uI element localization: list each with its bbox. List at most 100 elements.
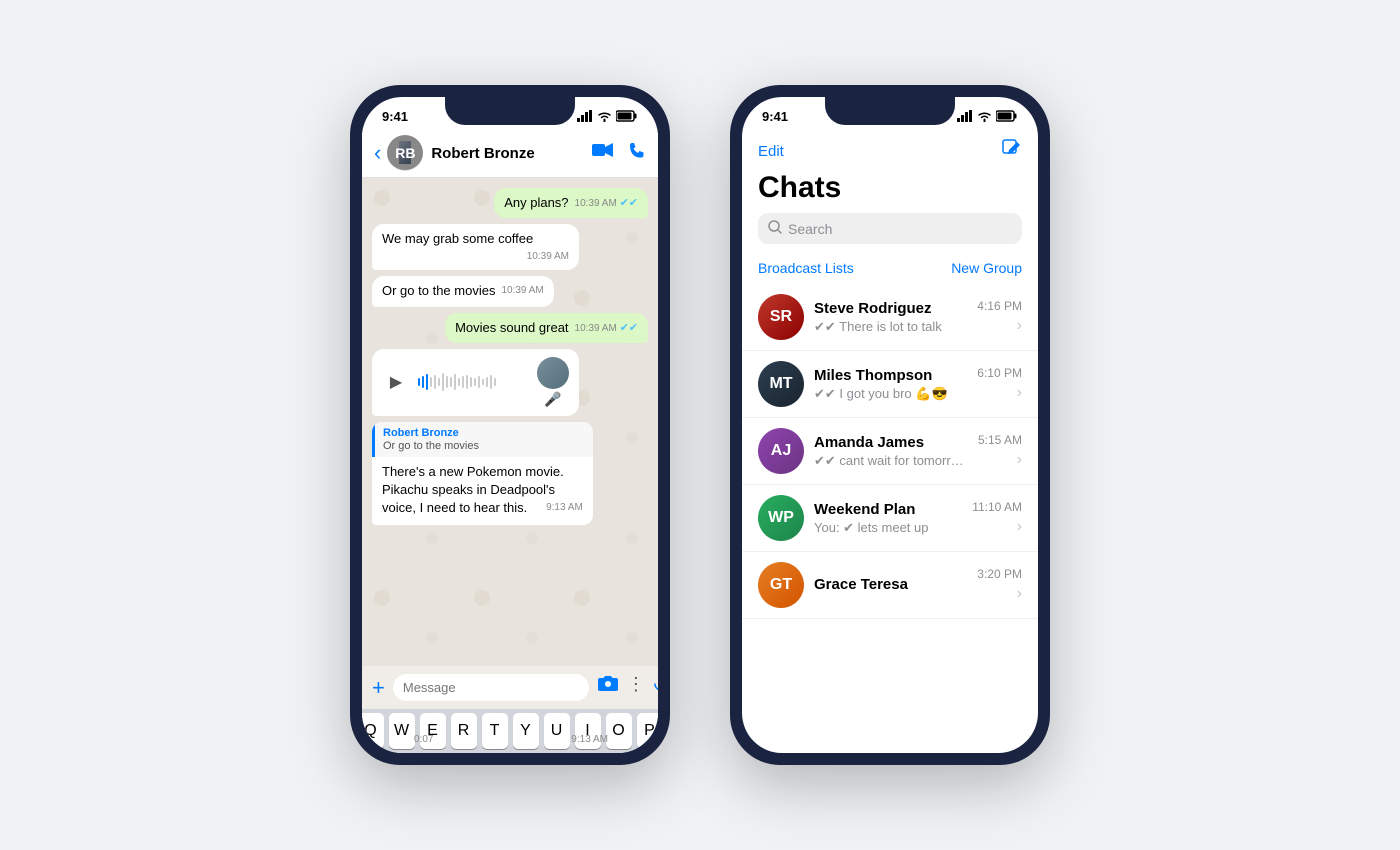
quote-sender-name: Robert Bronze [383,427,585,439]
msg-text: Any plans? [504,195,568,210]
quote-header: Robert Bronze Or go to the movies [372,422,593,457]
msg-text: Movies sound great [455,320,568,335]
header-actions [592,142,646,165]
chat-meta-amanda: 5:15 AM › [978,433,1022,469]
chat-time-steve: 4:16 PM [977,299,1022,313]
status-time-chats: 9:41 [762,109,788,124]
search-bar[interactable]: Search [758,213,1022,244]
chat-meta-weekend: 11:10 AM › [972,500,1022,536]
chats-header-top: Edit [758,137,1022,165]
chat-meta-grace: 3:20 PM › [977,567,1022,603]
chat-time-grace: 3:20 PM [977,567,1022,581]
chat-info-grace: Grace Teresa [814,576,967,595]
chat-input-bar: + ⋮ [362,666,658,709]
chat-info-weekend: Weekend Plan You: ✔ lets meet up [814,501,962,536]
keyboard-row-1: Q W E R T Y U I O P [362,709,658,753]
quote-reply-message: Robert Bronze Or go to the movies There'… [372,422,593,526]
waveform [418,372,529,392]
msg-time: 10:39 AM [527,250,569,264]
chat-name-weekend: Weekend Plan [814,501,962,518]
chats-header: Edit Chats Search [742,129,1038,256]
broadcast-row: Broadcast Lists New Group [742,256,1038,284]
message-movies-great: Movies sound great 10:39 AM ✔✔ [445,313,648,343]
contact-name: Robert Bronze [431,145,592,162]
quote-time: 9:13 AM [546,501,583,515]
edit-button[interactable]: Edit [758,143,784,160]
phone-call-icon[interactable] [628,142,646,165]
message-coffee: We may grab some coffee 10:39 AM [372,224,579,270]
chat-avatar-miles: MT [758,361,804,407]
chat-meta-miles: 6:10 PM › [977,366,1022,402]
chat-item-grace[interactable]: GT Grace Teresa 3:20 PM › [742,552,1038,619]
new-group-link[interactable]: New Group [951,260,1022,276]
signal-icon [577,110,593,122]
play-button[interactable]: ▶ [382,368,410,396]
chat-avatar-amanda: AJ [758,428,804,474]
compose-icon[interactable] [1000,137,1022,165]
chat-meta-steve: 4:16 PM › [977,299,1022,335]
status-time-chat: 9:41 [382,109,408,124]
key-u[interactable]: U [544,713,570,749]
chat-avatar-weekend: WP [758,495,804,541]
key-q[interactable]: Q [362,713,384,749]
mic-icon: 🎤 [544,391,561,408]
battery-icon [616,110,638,122]
message-movies: Or go to the movies 10:39 AM [372,276,554,306]
key-w[interactable]: W [389,713,415,749]
wifi-icon [597,110,612,122]
chat-name-miles: Miles Thompson [814,367,967,384]
chat-item-miles[interactable]: MT Miles Thompson ✔✔ I got you bro 💪😎 6:… [742,351,1038,418]
message-any-plans: Any plans? 10:39 AM ✔✔ [494,188,648,218]
chat-info-amanda: Amanda James ✔✔ cant wait for tomorrow 😒… [814,434,968,469]
chat-preview-miles: ✔✔ I got you bro 💪😎 [814,386,967,402]
quote-reply-body: There's a new Pokemon movie. Pikachu spe… [372,457,593,526]
chevron-icon-steve: › [1017,317,1022,335]
video-call-icon[interactable] [592,142,614,165]
chat-time-weekend: 11:10 AM [972,500,1022,514]
search-icon [768,220,782,237]
contact-avatar: RB [387,135,423,171]
battery-icon-2 [996,110,1018,122]
notch-2 [825,97,955,125]
notch [445,97,575,125]
chat-time-miles: 6:10 PM [977,366,1022,380]
chevron-icon-miles: › [1017,384,1022,402]
key-o[interactable]: O [606,713,632,749]
chat-name-steve: Steve Rodriguez [814,300,967,317]
chats-title: Chats [758,171,1022,205]
message-input[interactable] [393,674,589,701]
chat-header: ‹ RB Robert Bronze [362,129,658,178]
key-r[interactable]: R [451,713,477,749]
msg-text: Or go to the movies [382,283,495,298]
phone-chat: 9:41 [350,85,670,765]
signal-icon-2 [957,110,973,122]
chat-item-steve[interactable]: SR Steve Rodriguez ✔✔ There is lot to ta… [742,284,1038,351]
input-icons: ⋮ [597,674,658,701]
dots-icon[interactable]: ⋮ [627,674,645,701]
chevron-icon-weekend: › [1017,518,1022,536]
key-p[interactable]: P [637,713,659,749]
back-button[interactable]: ‹ [374,140,381,166]
chat-info-miles: Miles Thompson ✔✔ I got you bro 💪😎 [814,367,967,402]
keyboard: Q W E R T Y U I O P [362,709,658,753]
key-t[interactable]: T [482,713,508,749]
chat-preview-steve: ✔✔ There is lot to talk [814,319,967,335]
voice-sender-avatar [537,357,569,389]
attach-button[interactable]: + [372,675,385,701]
chat-messages: Any plans? 10:39 AM ✔✔ We may grab some … [362,178,658,666]
msg-time: 10:39 AM [501,284,543,298]
msg-time: 10:39 AM ✔✔ [575,196,638,211]
mic-button[interactable] [653,674,658,701]
voice-message: ▶ [372,349,579,416]
chat-avatar-steve: SR [758,294,804,340]
chat-item-amanda[interactable]: AJ Amanda James ✔✔ cant wait for tomorro… [742,418,1038,485]
chevron-icon-amanda: › [1017,451,1022,469]
chat-item-weekend[interactable]: WP Weekend Plan You: ✔ lets meet up 11:1… [742,485,1038,552]
chevron-icon-grace: › [1017,585,1022,603]
camera-icon[interactable] [597,674,619,701]
chat-preview-amanda: ✔✔ cant wait for tomorrow 😒😍😍 [814,453,968,469]
broadcast-lists-link[interactable]: Broadcast Lists [758,260,854,276]
avatar-initials: RB [399,141,411,164]
phone-chats-list: 9:41 [730,85,1050,765]
key-y[interactable]: Y [513,713,539,749]
